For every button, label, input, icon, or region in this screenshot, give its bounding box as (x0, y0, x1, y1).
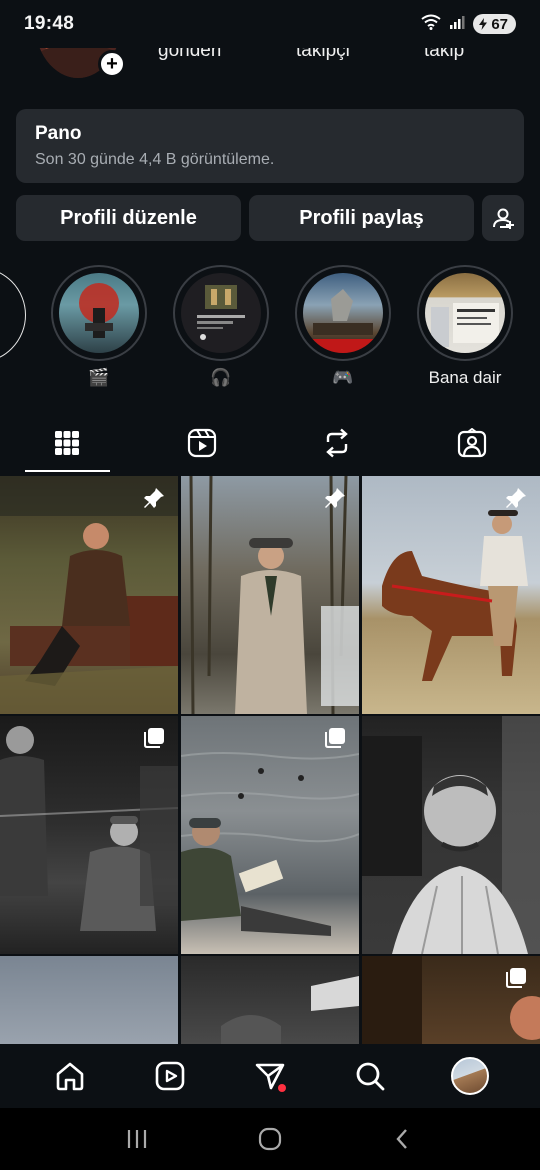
carousel-icon (323, 726, 347, 755)
status-time: 19:48 (24, 13, 75, 34)
highlight-cover (425, 273, 505, 353)
home-icon (56, 1062, 84, 1091)
tab-tagged[interactable] (417, 414, 527, 472)
dashboard-subtitle: Son 30 günde 4,4 B görüntüleme. (35, 151, 275, 168)
status-icons: 67 (421, 14, 516, 35)
dashboard-title: Pano (35, 123, 82, 144)
home-button[interactable] (240, 1114, 300, 1164)
grid-post[interactable] (362, 476, 540, 714)
profile-content-tabs (0, 414, 540, 474)
grid-post[interactable] (181, 956, 359, 1046)
highlight-ring (295, 265, 391, 361)
highlight-label: 🎬 (88, 368, 110, 387)
pinned-icon (142, 486, 166, 515)
nav-search[interactable] (342, 1048, 398, 1104)
active-tab-indicator (25, 470, 110, 472)
nav-messages[interactable] (242, 1048, 298, 1104)
plus-icon: + (106, 53, 118, 75)
grid-post[interactable] (181, 476, 359, 714)
highlight-item[interactable]: 🎬 (49, 265, 149, 389)
tab-posts[interactable] (12, 414, 122, 472)
home-circle-icon (258, 1127, 282, 1151)
back-chevron-icon (396, 1129, 408, 1149)
highlight-item[interactable]: Bana dair (415, 265, 515, 389)
highlight-item[interactable]: 🎧 (171, 265, 271, 389)
discover-people-button[interactable] (482, 195, 524, 241)
highlight-item[interactable]: 🎮 (293, 265, 393, 389)
notification-dot (278, 1084, 286, 1092)
edit-profile-button[interactable]: Profili düzenle (16, 195, 241, 241)
tagged-icon (457, 428, 487, 458)
grid-post[interactable] (362, 956, 540, 1046)
bottom-navigation (0, 1044, 540, 1108)
grid-post[interactable] (0, 956, 178, 1046)
pinned-icon (323, 486, 347, 515)
grid-post[interactable] (0, 716, 178, 954)
instagram-profile-screen: 19:48 67 + gönderi takipçi takip Pano So… (0, 0, 540, 1170)
highlight-label: 🎮 (332, 368, 354, 387)
highlight-cover (59, 273, 139, 353)
nav-reels[interactable] (142, 1048, 198, 1104)
charging-icon (479, 18, 488, 30)
recent-apps-icon (127, 1130, 146, 1148)
recent-apps-button[interactable] (107, 1114, 167, 1164)
status-bar: 19:48 67 (0, 0, 540, 48)
nav-profile[interactable] (442, 1048, 498, 1104)
repost-icon (326, 428, 348, 458)
carousel-icon (504, 966, 528, 995)
profile-avatar-small (451, 1057, 489, 1095)
back-button[interactable] (373, 1114, 433, 1164)
tab-reels[interactable] (147, 414, 257, 472)
grid-icon (55, 431, 79, 455)
highlight-label: 🎧 (210, 368, 232, 387)
add-story-button[interactable]: + (98, 50, 126, 78)
story-highlights: 🎬 🎧 🎮 Bana dair (0, 263, 540, 393)
tab-reposts[interactable] (282, 414, 392, 472)
share-profile-button[interactable]: Profili paylaş (249, 195, 474, 241)
wifi-icon (421, 14, 441, 35)
nav-home[interactable] (42, 1048, 98, 1104)
pinned-icon (504, 486, 528, 515)
new-highlight-edge[interactable] (0, 267, 26, 363)
highlight-cover (181, 273, 261, 353)
system-navigation-bar (0, 1108, 540, 1170)
battery-level: 67 (491, 15, 508, 33)
grid-post[interactable] (181, 716, 359, 954)
professional-dashboard-card[interactable]: Pano Son 30 günde 4,4 B görüntüleme. (16, 109, 524, 183)
search-icon (356, 1062, 385, 1091)
grid-post[interactable] (0, 476, 178, 714)
highlight-label: Bana dair (428, 368, 502, 387)
grid-post[interactable] (362, 716, 540, 954)
reels-icon (187, 428, 217, 458)
highlight-ring (173, 265, 269, 361)
highlight-ring (51, 265, 147, 361)
battery-indicator: 67 (473, 14, 516, 34)
highlight-cover (303, 273, 383, 353)
reels-icon (155, 1061, 185, 1091)
signal-icon (449, 14, 465, 35)
carousel-icon (142, 726, 166, 755)
add-person-icon (493, 208, 514, 229)
highlight-ring (417, 265, 513, 361)
